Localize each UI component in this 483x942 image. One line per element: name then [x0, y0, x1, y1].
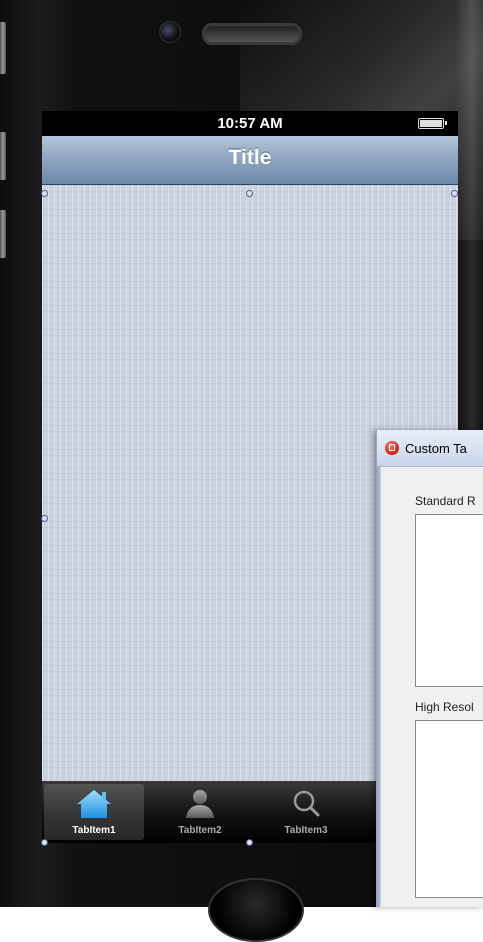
- app-icon: [385, 441, 399, 455]
- home-icon: [77, 790, 111, 818]
- navigation-bar[interactable]: Title: [42, 136, 458, 185]
- status-bar: 10:57 AM: [42, 111, 458, 136]
- mute-switch: [0, 22, 6, 74]
- high-resolution-label: High Resol: [415, 700, 474, 714]
- resize-handle[interactable]: [246, 190, 253, 197]
- tab-label: TabItem2: [178, 825, 222, 836]
- tab-item-1[interactable]: TabItem1: [44, 784, 144, 840]
- dialog-title: Custom Ta: [405, 441, 467, 456]
- dialog-frame: [377, 467, 381, 907]
- speaker-grille: [202, 23, 302, 45]
- camera-icon: [159, 21, 181, 43]
- resize-handle[interactable]: [41, 190, 48, 197]
- volume-down-button: [0, 210, 6, 258]
- home-button[interactable]: [208, 878, 304, 942]
- status-time: 10:57 AM: [217, 115, 283, 132]
- standard-resolution-label: Standard R: [415, 494, 476, 508]
- tab-label: TabItem3: [284, 825, 328, 836]
- person-icon: [186, 790, 214, 818]
- battery-icon: [418, 118, 447, 129]
- dialog-titlebar[interactable]: Custom Ta: [377, 430, 483, 467]
- tab-item-3[interactable]: TabItem3: [256, 784, 356, 840]
- resize-handle[interactable]: [451, 190, 458, 197]
- high-resolution-image-box[interactable]: [415, 720, 483, 898]
- standard-resolution-image-box[interactable]: [415, 514, 483, 687]
- resize-handle[interactable]: [41, 515, 48, 522]
- nav-title: Title: [228, 146, 272, 169]
- search-icon: [293, 790, 320, 817]
- tab-item-2[interactable]: TabItem2: [150, 784, 250, 840]
- custom-dialog-window[interactable]: Custom Ta Standard R High Resol: [376, 430, 483, 907]
- volume-up-button: [0, 132, 6, 180]
- resize-handle[interactable]: [41, 839, 48, 846]
- tab-label: TabItem1: [72, 825, 116, 836]
- resize-handle[interactable]: [246, 839, 253, 846]
